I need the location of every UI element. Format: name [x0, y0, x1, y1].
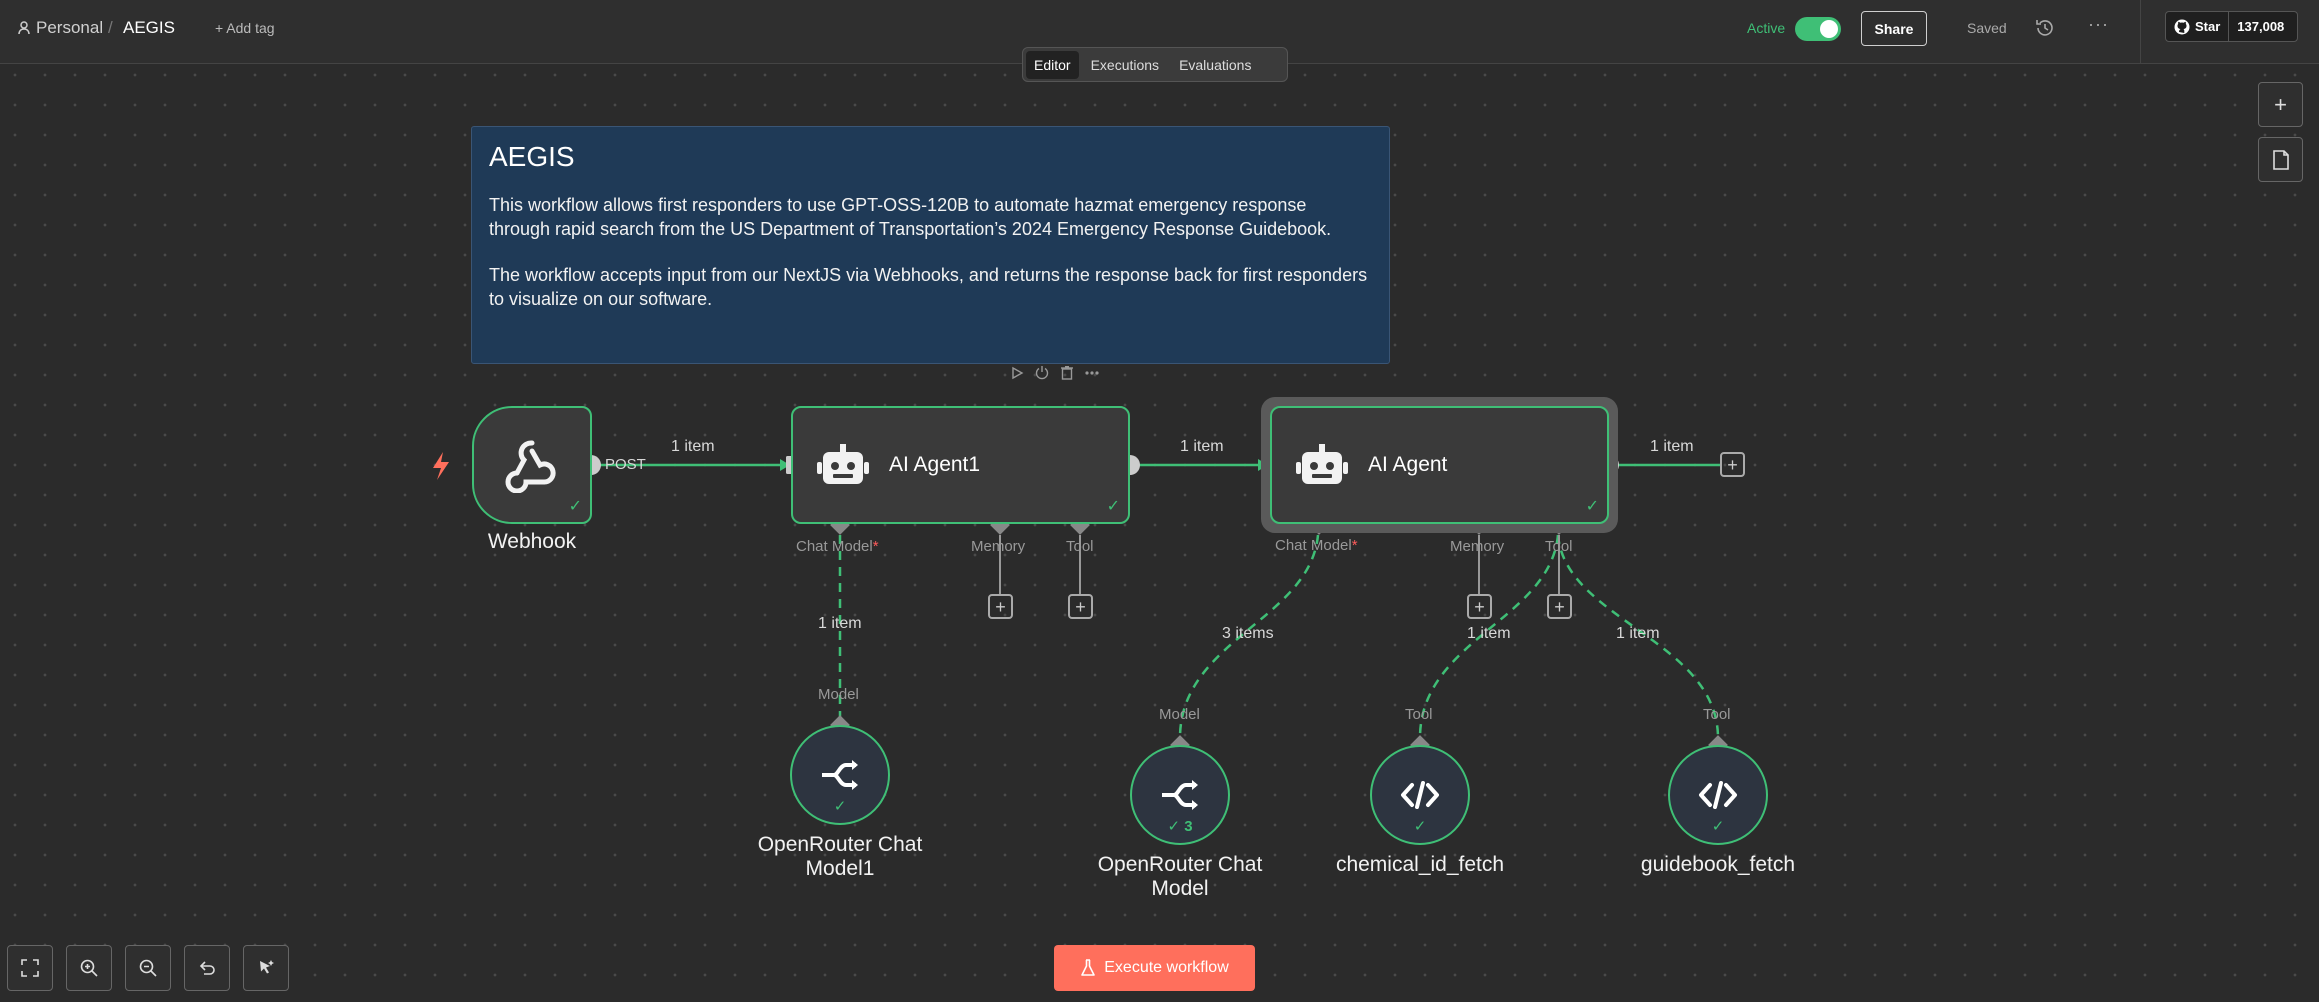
- zoom-in-button[interactable]: [66, 945, 112, 991]
- success-check-icon: ✓: [568, 498, 582, 515]
- connection-label: 1 item: [1467, 625, 1511, 642]
- node-toolbar: [1002, 360, 1132, 386]
- connections-layer: [433, 452, 1728, 755]
- openrouter-chat-model1-title: OpenRouter Chat Model1: [740, 833, 940, 881]
- port-label-text: Chat Model: [1275, 537, 1352, 554]
- robot-icon: [817, 444, 869, 484]
- execute-workflow-label: Execute workflow: [1104, 959, 1229, 976]
- add-tool-button[interactable]: +: [1068, 594, 1093, 619]
- webhook-title: Webhook: [487, 530, 577, 553]
- port-label-tool: Tool: [1545, 538, 1573, 555]
- undo-icon: [199, 961, 215, 975]
- required-marker: *: [1351, 537, 1358, 554]
- success-check-icon: ✓ 3: [1167, 818, 1193, 835]
- success-check-icon: ✓: [833, 798, 847, 815]
- title-line-1: OpenRouter Chat: [757, 833, 923, 856]
- port-label-tool: Tool: [1703, 706, 1731, 723]
- code-icon: [1699, 781, 1737, 809]
- webhook-output-label: POST: [605, 456, 646, 473]
- connection-label: 1 item: [818, 615, 862, 632]
- flask-icon: [1081, 959, 1096, 976]
- zoom-out-icon: [139, 959, 157, 977]
- add-memory-button[interactable]: +: [1467, 594, 1492, 619]
- connection-label: 1 item: [1616, 625, 1660, 642]
- sticky-note-button[interactable]: [2258, 137, 2303, 182]
- add-tool-button[interactable]: +: [1547, 594, 1572, 619]
- title-line-2: Model1: [805, 857, 875, 880]
- add-node-button[interactable]: +: [1720, 452, 1745, 477]
- zoom-in-icon: [80, 959, 98, 977]
- port-label-tool: Tool: [1066, 538, 1094, 555]
- guidebook-fetch-node[interactable]: ✓: [1668, 745, 1768, 845]
- trigger-bolt-icon: [433, 452, 449, 480]
- add-node-panel-button[interactable]: +: [2258, 82, 2303, 127]
- execute-workflow-button[interactable]: Execute workflow: [1054, 945, 1255, 991]
- port-label-memory: Memory: [1450, 538, 1505, 555]
- ai-agent-node[interactable]: AI Agent ✓: [1270, 406, 1609, 524]
- port-label-model: Model: [1159, 706, 1200, 723]
- chemical-id-fetch-node[interactable]: ✓: [1370, 745, 1470, 845]
- openrouter-chat-model-title: OpenRouter Chat Model: [1080, 853, 1280, 901]
- run-count: 3: [1184, 818, 1193, 835]
- port-label-chat-model: Chat Model*: [796, 538, 879, 555]
- title-line-1: OpenRouter Chat: [1097, 853, 1263, 876]
- play-icon[interactable]: [1010, 366, 1024, 380]
- fit-view-button[interactable]: [7, 945, 53, 991]
- openrouter-icon: [822, 760, 858, 790]
- connection-label: 1 item: [1650, 438, 1694, 455]
- openrouter-chat-model-node[interactable]: ✓ 3: [1130, 745, 1230, 845]
- port-label-chat-model: Chat Model*: [1275, 537, 1358, 554]
- chemical-id-fetch-title: chemical_id_fetch: [1335, 853, 1505, 876]
- required-marker: *: [872, 538, 879, 555]
- code-icon: [1401, 781, 1439, 809]
- zoom-out-button[interactable]: [125, 945, 171, 991]
- connection-label: 1 item: [1180, 438, 1224, 455]
- connection-label: 3 items: [1222, 625, 1274, 642]
- success-check-icon: ✓: [1585, 498, 1599, 515]
- power-icon[interactable]: [1034, 365, 1050, 381]
- cursor-icon: [260, 960, 274, 974]
- tidy-up-button[interactable]: [243, 945, 289, 991]
- trash-icon[interactable]: [1060, 365, 1074, 381]
- openrouter-icon: [1162, 780, 1198, 810]
- robot-icon: [1296, 444, 1348, 484]
- add-memory-button[interactable]: +: [988, 594, 1013, 619]
- ai-agent1-title: AI Agent1: [889, 453, 981, 476]
- port-label-model: Model: [818, 686, 859, 703]
- title-line-2: Model: [1151, 877, 1209, 900]
- note-icon: [2272, 149, 2289, 170]
- more-icon[interactable]: [1084, 370, 1100, 376]
- connection-label: 1 item: [671, 438, 715, 455]
- reset-zoom-button[interactable]: [184, 945, 230, 991]
- success-check-icon: ✓: [1413, 818, 1427, 835]
- openrouter-chat-model1-node[interactable]: ✓: [790, 725, 890, 825]
- port-label-memory: Memory: [971, 538, 1026, 555]
- guidebook-fetch-title: guidebook_fetch: [1640, 853, 1796, 876]
- success-check-icon: ✓: [1106, 498, 1120, 515]
- success-check-icon: ✓: [1711, 818, 1725, 835]
- webhook-icon: [505, 440, 556, 493]
- port-label-tool: Tool: [1405, 706, 1433, 723]
- port-label-text: Chat Model: [796, 538, 873, 555]
- ai-agent1-node[interactable]: AI Agent1 ✓: [791, 406, 1130, 524]
- ai-agent-title: AI Agent: [1368, 453, 1448, 476]
- webhook-node[interactable]: ✓: [472, 406, 592, 524]
- fit-view-icon: [21, 959, 39, 977]
